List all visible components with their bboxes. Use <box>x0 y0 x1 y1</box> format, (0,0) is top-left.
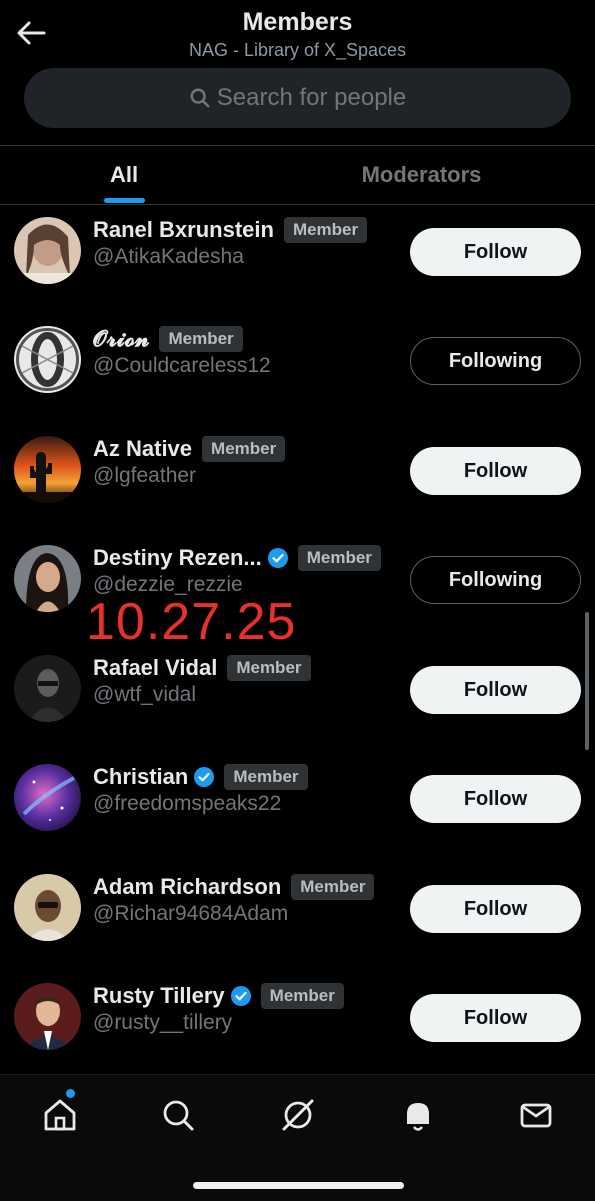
page-title: Members <box>242 8 353 36</box>
verified-badge-icon <box>267 548 288 568</box>
avatar[interactable] <box>14 874 81 941</box>
avatar[interactable] <box>14 545 81 612</box>
follow-button[interactable]: Follow <box>410 228 581 276</box>
notification-dot <box>66 1089 75 1098</box>
avatar[interactable] <box>14 217 81 284</box>
follow-button[interactable]: Follow <box>410 447 581 495</box>
member-badge: Member <box>202 436 286 462</box>
member-row[interactable]: 𝓞𝓻𝓲𝓸𝓷 Member @Couldcareless12 Following <box>0 314 595 423</box>
member-name-line: Rusty Tillery Member <box>93 981 344 1011</box>
search-icon <box>190 88 210 108</box>
member-handle[interactable]: @lgfeather <box>93 464 196 488</box>
follow-button[interactable]: Follow <box>410 666 581 714</box>
member-badge: Member <box>297 545 381 571</box>
follow-button[interactable]: Follow <box>410 885 581 933</box>
member-name-line: Ranel Bxrunstein Member <box>93 215 368 245</box>
following-button[interactable]: Following <box>410 556 581 604</box>
home-icon[interactable] <box>40 1095 80 1135</box>
follow-button[interactable]: Follow <box>410 994 581 1042</box>
search-input[interactable]: Search for people <box>24 68 571 128</box>
search-placeholder: Search for people <box>216 84 407 111</box>
member-badge: Member <box>291 874 375 900</box>
member-name[interactable]: Destiny Rezen... <box>93 545 262 571</box>
member-badge: Member <box>227 655 311 681</box>
tab-moderators[interactable]: Moderators <box>248 146 595 204</box>
search-icon[interactable] <box>158 1095 198 1135</box>
follow-button[interactable]: Follow <box>410 775 581 823</box>
member-handle[interactable]: @rusty__tillery <box>93 1011 232 1035</box>
member-name-line: Rafael Vidal Member <box>93 653 311 683</box>
member-name-line: Christian Member <box>93 762 308 792</box>
member-name[interactable]: Adam Richardson <box>93 874 281 900</box>
avatar[interactable] <box>14 983 81 1050</box>
tab-bar: All Moderators <box>0 146 595 204</box>
scrollbar[interactable] <box>585 612 589 750</box>
member-name[interactable]: Az Native <box>93 436 192 462</box>
verified-badge-icon <box>230 986 251 1006</box>
member-name-line: 𝓞𝓻𝓲𝓸𝓷 Member <box>93 324 243 354</box>
grok-icon[interactable] <box>278 1095 318 1135</box>
member-row[interactable]: Christian Member @freedomspeaks22 Follow <box>0 752 595 861</box>
member-handle[interactable]: @Richar94684Adam <box>93 902 288 926</box>
mail-icon[interactable] <box>516 1095 556 1135</box>
member-name[interactable]: Rafael Vidal <box>93 655 217 681</box>
home-indicator <box>193 1182 404 1189</box>
avatar[interactable] <box>14 655 81 722</box>
avatar[interactable] <box>14 436 81 503</box>
member-badge: Member <box>260 983 344 1009</box>
bell-icon[interactable] <box>398 1095 438 1135</box>
member-row[interactable]: Rafael Vidal Member @wtf_vidal Follow <box>0 643 595 752</box>
tab-all[interactable]: All <box>0 146 248 204</box>
member-badge: Member <box>283 217 368 243</box>
member-row[interactable]: Rusty Tillery Member @rusty__tillery Fol… <box>0 971 595 1080</box>
member-handle[interactable]: @freedomspeaks22 <box>93 792 281 816</box>
member-badge: Member <box>224 764 308 790</box>
member-handle[interactable]: @wtf_vidal <box>93 683 196 707</box>
active-tab-indicator <box>104 198 145 203</box>
member-name[interactable]: Ranel Bxrunstein <box>93 217 274 243</box>
member-handle[interactable]: @Couldcareless12 <box>93 354 271 378</box>
member-row[interactable]: Ranel Bxrunstein Member @AtikaKadesha Fo… <box>0 205 595 314</box>
member-row[interactable]: Az Native Member @lgfeather Follow <box>0 424 595 533</box>
member-name[interactable]: Christian <box>93 764 188 790</box>
avatar[interactable] <box>14 326 81 393</box>
member-badge: Member <box>159 326 243 352</box>
community-name: NAG - Library of X_Spaces <box>188 40 407 60</box>
member-name[interactable]: Rusty Tillery <box>93 983 225 1009</box>
following-button[interactable]: Following <box>410 337 581 385</box>
date-overlay: 10.27.25 <box>86 593 297 651</box>
member-row[interactable]: Adam Richardson Member @Richar94684Adam … <box>0 862 595 971</box>
member-name-line: Destiny Rezen... Member <box>93 543 381 573</box>
avatar[interactable] <box>14 764 81 831</box>
verified-badge-icon <box>194 767 215 787</box>
member-name[interactable]: 𝓞𝓻𝓲𝓸𝓷 <box>93 326 149 352</box>
member-name-line: Az Native Member <box>93 434 286 464</box>
member-handle[interactable]: @AtikaKadesha <box>93 245 244 269</box>
header: Members NAG - Library of X_Spaces Search… <box>0 0 595 146</box>
member-name-line: Adam Richardson Member <box>93 872 375 902</box>
